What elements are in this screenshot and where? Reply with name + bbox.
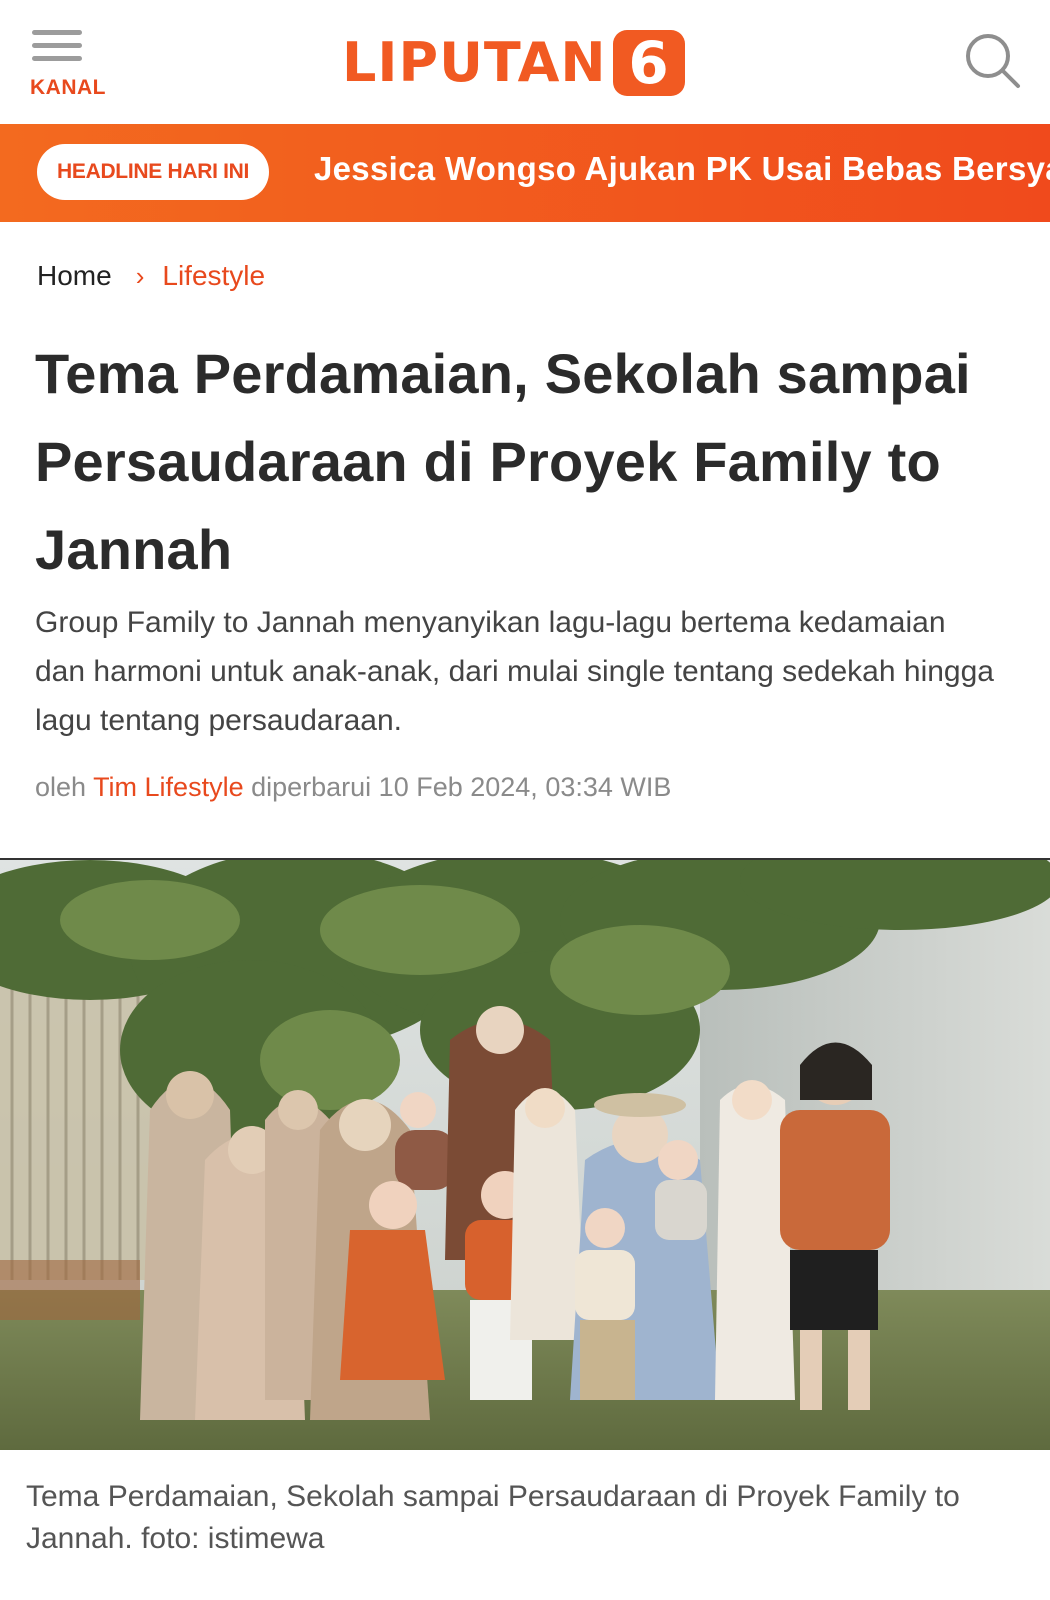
top-navigation-bar: KANAL LIPUTAN 6: [0, 0, 1050, 124]
kanal-label: KANAL: [30, 76, 106, 99]
headline-ticker: HEADLINE HARI INI Jessica Wongso Ajukan …: [0, 124, 1050, 222]
family-group-photo: [0, 860, 1050, 1450]
chevron-right-icon: ›: [135, 260, 145, 291]
meta-updated: diperbarui 10 Feb 2024, 03:34 WIB: [251, 772, 672, 802]
search-icon: [966, 34, 1020, 88]
photo-caption: Tema Perdamaian, Sekolah sampai Persauda…: [26, 1480, 960, 1555]
breadcrumb-lifestyle-link[interactable]: Lifestyle: [162, 260, 265, 292]
article-meta: oleh Tim Lifestyle diperbarui 10 Feb 202…: [35, 772, 671, 803]
headline-hari-ini-button[interactable]: HEADLINE HARI INI: [37, 144, 270, 200]
kanal-menu-button[interactable]: KANAL: [28, 26, 118, 106]
logo-wordmark: LIPUTAN: [342, 31, 607, 94]
article-title: Tema Perdamaian, Sekolah sampai Persauda…: [35, 342, 971, 581]
headline-pill-label: HEADLINE HARI INI: [57, 160, 250, 183]
article-lead: Group Family to Jannah menyanyikan lagu-…: [35, 606, 994, 737]
meta-prefix: oleh: [35, 772, 87, 802]
hamburger-icon: [32, 30, 82, 69]
liputan6-logo[interactable]: LIPUTAN 6: [342, 28, 685, 98]
headline-link[interactable]: Jessica Wongso Ajukan PK Usai Bebas Bers…: [314, 150, 1050, 188]
author-link[interactable]: Tim Lifestyle: [93, 772, 244, 802]
breadcrumb: Home › Lifestyle: [37, 260, 265, 292]
logo-number: 6: [628, 29, 669, 97]
breadcrumb-home-link[interactable]: Home: [37, 260, 112, 292]
article-photo[interactable]: [0, 858, 1050, 1450]
search-button[interactable]: [962, 30, 1026, 94]
logo-badge: 6: [612, 29, 685, 97]
